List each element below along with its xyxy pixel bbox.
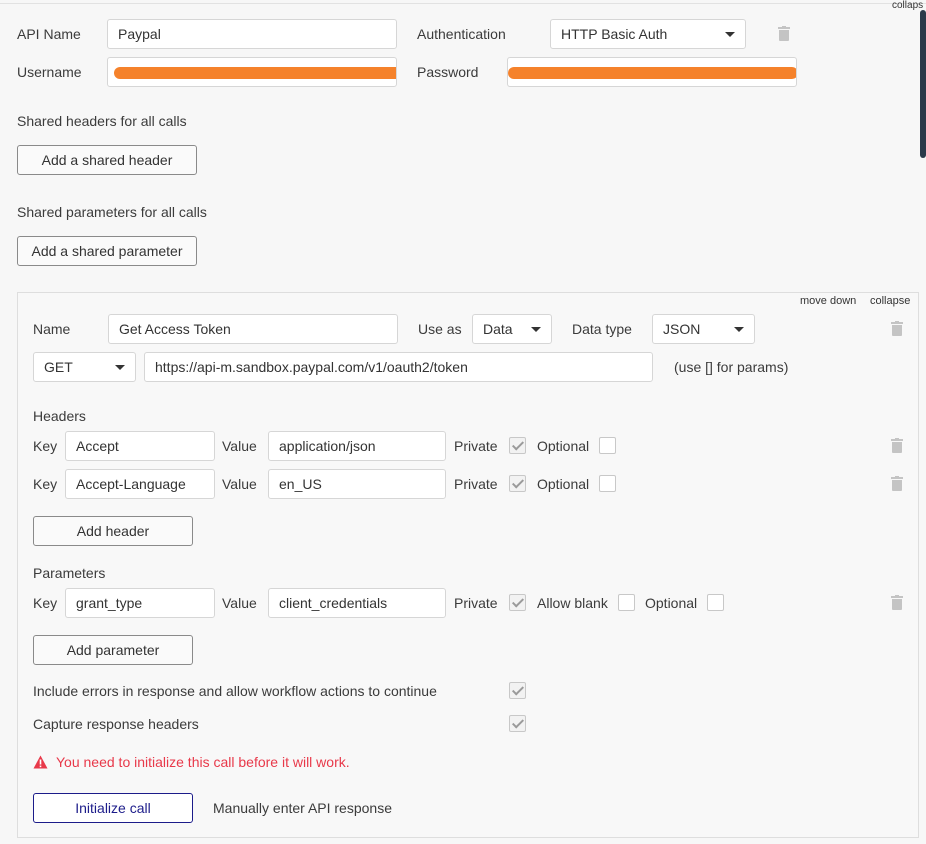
delete-param-trash-icon[interactable] <box>891 595 903 610</box>
url-hint: (use [] for params) <box>674 359 789 375</box>
header-value-input[interactable]: en_US <box>268 469 446 499</box>
param-private-label: Private <box>454 595 498 611</box>
header-value-label: Value <box>222 476 257 492</box>
username-input[interactable] <box>107 57 397 87</box>
delete-header-trash-icon[interactable] <box>891 438 903 453</box>
delete-header-trash-icon[interactable] <box>891 476 903 491</box>
move-down-link[interactable]: move down <box>800 295 856 307</box>
header-optional-label: Optional <box>537 438 590 454</box>
top-border <box>0 3 926 4</box>
param-optional-checkbox[interactable] <box>707 594 724 611</box>
url-input[interactable]: https://api-m.sandbox.paypal.com/v1/oaut… <box>144 352 653 382</box>
api-name-input[interactable]: Paypal <box>107 19 397 49</box>
header-optional-label: Optional <box>537 476 590 492</box>
delete-call-trash-icon[interactable] <box>891 321 903 336</box>
include-errors-label: Include errors in response and allow wor… <box>33 683 437 699</box>
header-private-label: Private <box>454 476 498 492</box>
delete-api-trash-icon[interactable] <box>778 26 790 41</box>
add-parameter-button[interactable]: Add parameter <box>33 635 193 665</box>
header-value-label: Value <box>222 438 257 454</box>
use-as-dropdown[interactable]: Data <box>472 314 552 344</box>
parameters-title: Parameters <box>33 565 106 581</box>
manual-api-response-link[interactable]: Manually enter API response <box>213 798 392 818</box>
header-private-checkbox[interactable] <box>509 475 526 492</box>
capture-headers-checkbox[interactable] <box>509 715 526 732</box>
add-shared-parameter-button[interactable]: Add a shared parameter <box>17 236 197 266</box>
header-private-label: Private <box>454 438 498 454</box>
shared-parameters-title: Shared parameters for all calls <box>17 204 207 220</box>
param-key-label: Key <box>33 595 58 611</box>
use-as-label: Use as <box>418 321 462 337</box>
redaction-mark <box>508 67 796 79</box>
authentication-label: Authentication <box>417 26 506 42</box>
shared-headers-title: Shared headers for all calls <box>17 113 187 129</box>
top-collapse-link[interactable]: collaps <box>892 0 923 11</box>
redaction-mark <box>114 67 396 79</box>
initialize-warning-text: You need to initialize this call before … <box>56 754 350 770</box>
password-input[interactable] <box>507 57 797 87</box>
header-key-input[interactable]: Accept-Language <box>65 469 215 499</box>
method-dropdown[interactable]: GET <box>33 352 136 382</box>
header-optional-checkbox[interactable] <box>599 475 616 492</box>
headers-title: Headers <box>33 408 86 424</box>
authentication-dropdown[interactable]: HTTP Basic Auth <box>550 19 746 49</box>
api-name-label: API Name <box>17 26 81 42</box>
param-key-input[interactable]: grant_type <box>65 588 215 618</box>
header-value-input[interactable]: application/json <box>268 431 446 461</box>
warning-icon <box>33 755 48 769</box>
data-type-label: Data type <box>572 321 632 337</box>
header-private-checkbox[interactable] <box>509 437 526 454</box>
header-key-label: Key <box>33 438 58 454</box>
password-label: Password <box>417 64 479 80</box>
header-key-label: Key <box>33 476 58 492</box>
scrollbar-thumb[interactable] <box>920 10 926 158</box>
header-optional-checkbox[interactable] <box>599 437 616 454</box>
call-name-label: Name <box>33 321 71 337</box>
param-allow-blank-checkbox[interactable] <box>618 594 635 611</box>
param-optional-label: Optional <box>645 595 698 611</box>
username-label: Username <box>17 64 82 80</box>
capture-headers-label: Capture response headers <box>33 716 199 732</box>
collapse-link[interactable]: collapse <box>870 295 910 307</box>
include-errors-checkbox[interactable] <box>509 682 526 699</box>
call-name-input[interactable]: Get Access Token <box>108 314 398 344</box>
param-value-label: Value <box>222 595 257 611</box>
initialize-call-button[interactable]: Initialize call <box>33 793 193 823</box>
add-header-button[interactable]: Add header <box>33 516 193 546</box>
param-allow-blank-label: Allow blank <box>537 595 608 611</box>
add-shared-header-button[interactable]: Add a shared header <box>17 145 197 175</box>
param-private-checkbox[interactable] <box>509 594 526 611</box>
data-type-dropdown[interactable]: JSON <box>652 314 755 344</box>
header-key-input[interactable]: Accept <box>65 431 215 461</box>
param-value-input[interactable]: client_credentials <box>268 588 446 618</box>
